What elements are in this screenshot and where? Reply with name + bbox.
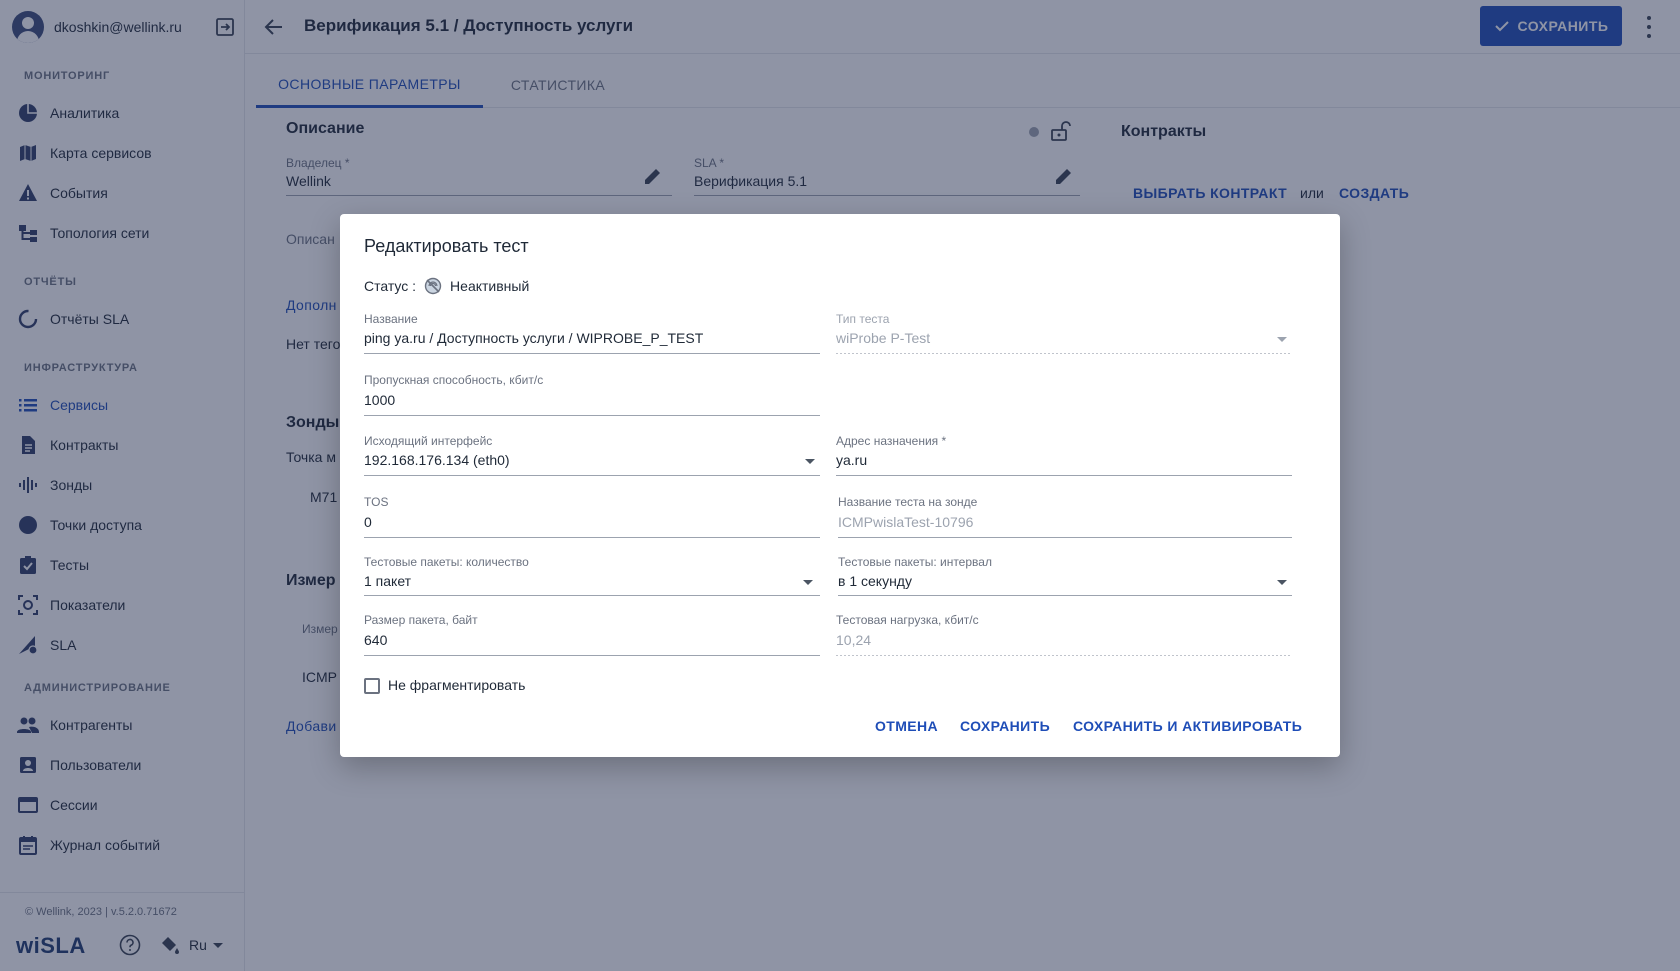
chevron-down-icon[interactable]	[1277, 580, 1287, 585]
pkt-count-select[interactable]: 1 пакет	[364, 573, 411, 589]
edit-test-dialog: Редактировать тест Статус : Неактивный Н…	[340, 214, 1340, 757]
inactive-status-icon	[424, 277, 442, 295]
pkt-count-underline	[364, 595, 820, 596]
name-input[interactable]: ping ya.ru / Доступность услуги / WIPROB…	[364, 330, 703, 346]
status-label: Статус :	[364, 278, 417, 294]
pkt-size-label: Размер пакета, байт	[364, 613, 478, 627]
no-fragment-checkbox[interactable]	[364, 678, 380, 694]
probe-test-name-label: Название теста на зонде	[838, 495, 978, 509]
load-label: Тестовая нагрузка, кбит/с	[836, 613, 979, 627]
dest-addr-input[interactable]: ya.ru	[836, 452, 867, 468]
dest-addr-underline	[836, 475, 1292, 476]
chevron-down-icon	[1277, 337, 1287, 342]
probe-test-name-input: ICMPwislaTest-10796	[838, 514, 974, 530]
pkt-interval-select[interactable]: в 1 секунду	[838, 573, 912, 589]
chevron-down-icon[interactable]	[805, 459, 815, 464]
dialog-save-button[interactable]: СОХРАНИТЬ	[960, 718, 1050, 734]
tos-input[interactable]: 0	[364, 514, 372, 530]
load-underline	[836, 655, 1292, 656]
status-value: Неактивный	[450, 278, 530, 294]
bandwidth-input[interactable]: 1000	[364, 392, 395, 408]
pkt-interval-underline	[838, 595, 1292, 596]
name-label: Название	[364, 312, 418, 326]
pkt-count-label: Тестовые пакеты: количество	[364, 555, 529, 569]
probe-test-name-underline	[838, 537, 1292, 538]
dest-addr-label: Адрес назначения *	[836, 434, 947, 448]
pkt-size-underline	[364, 655, 820, 656]
pkt-size-input[interactable]: 640	[364, 632, 387, 648]
bandwidth-label: Пропускная способность, кбит/с	[364, 373, 544, 387]
pkt-interval-label: Тестовые пакеты: интервал	[838, 555, 992, 569]
no-fragment-label[interactable]: Не фрагментировать	[388, 677, 525, 693]
out-iface-underline	[364, 475, 820, 476]
test-type-underline	[836, 353, 1292, 354]
bandwidth-underline	[364, 415, 820, 416]
tos-label: TOS	[364, 495, 389, 509]
cancel-button[interactable]: ОТМЕНА	[875, 718, 938, 734]
out-iface-label: Исходящий интерфейс	[364, 434, 493, 448]
chevron-down-icon[interactable]	[803, 580, 813, 585]
status-row: Статус : Неактивный	[364, 277, 529, 295]
test-type-label: Тип теста	[836, 312, 890, 326]
tos-underline	[364, 537, 820, 538]
name-underline	[364, 353, 820, 354]
out-iface-select[interactable]: 192.168.176.134 (eth0)	[364, 452, 510, 468]
save-and-activate-button[interactable]: СОХРАНИТЬ И АКТИВИРОВАТЬ	[1073, 718, 1302, 734]
load-input: 10,24	[836, 632, 872, 648]
test-type-select: wiProbe P-Test	[836, 330, 931, 346]
dialog-title: Редактировать тест	[364, 236, 529, 256]
